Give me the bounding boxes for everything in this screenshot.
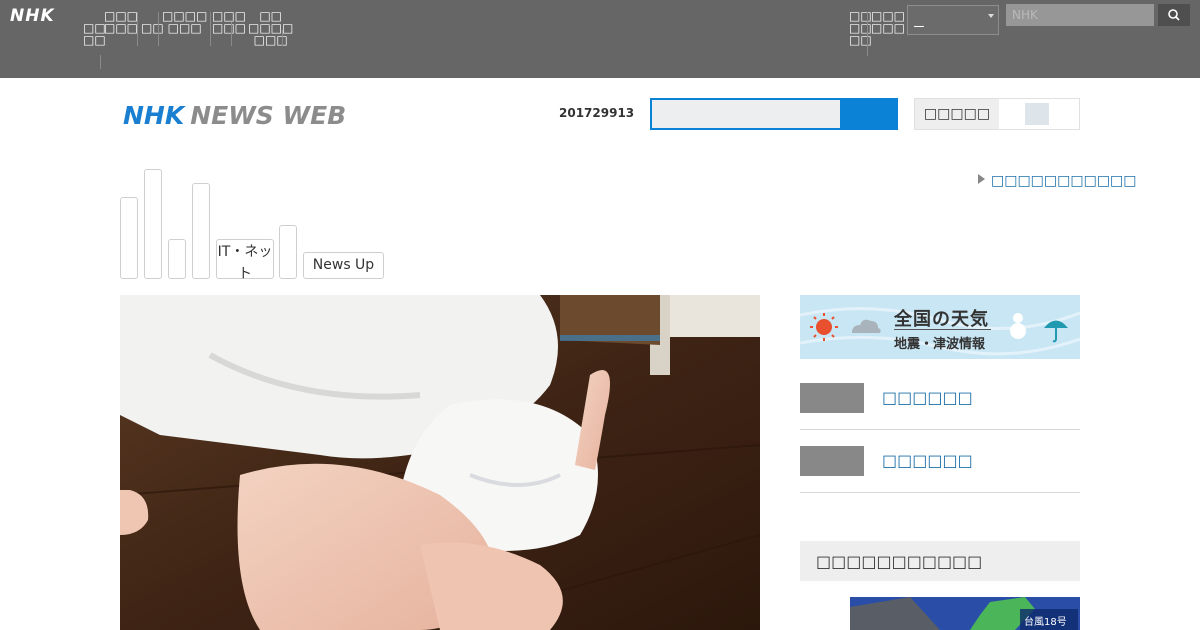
sidebar-link-label: □□□□□□ — [882, 388, 973, 407]
date-code: 201729913 — [559, 106, 635, 120]
baby-photo — [120, 295, 760, 630]
sidebar-link-row[interactable]: □□□□□□ — [800, 431, 1080, 493]
typhoon-map: 台風18号 — [850, 597, 1080, 630]
sidebar-thumbnail — [800, 383, 864, 413]
sidebar-link-row[interactable]: □□□□□□ — [800, 368, 1080, 430]
category-tab-news-up[interactable]: News Up — [303, 252, 384, 279]
news-search-button[interactable] — [842, 98, 898, 130]
sidebar-section-title: □□□□□□□□□□□ — [816, 552, 983, 571]
news-web-logo[interactable]: NHK NEWS WEB — [123, 100, 346, 132]
weather-divider — [894, 329, 991, 330]
switch-knob[interactable] — [1025, 103, 1049, 125]
category-tab-it[interactable]: IT・ネット — [216, 239, 274, 282]
nav-divider — [282, 30, 283, 46]
sun-icon — [810, 313, 838, 341]
weather-subtitle: 地震・津波情報 — [894, 337, 986, 352]
special-link-label: □□□□□□□□□□□ — [991, 173, 1137, 189]
global-search-input[interactable] — [1006, 4, 1154, 26]
article-hero-image[interactable] — [120, 295, 760, 630]
global-nav-item[interactable]: □□ — [141, 22, 164, 34]
special-link[interactable]: □□□□□□□□□□□ — [978, 173, 1137, 189]
global-nav-item[interactable]: □□□□□□ — [212, 10, 246, 34]
brand-nhk: NHK — [123, 101, 185, 130]
brand-news-web: NEWS WEB — [190, 101, 347, 130]
global-nav-item[interactable]: □□□□ □□□ — [162, 10, 207, 34]
global-search-button[interactable] — [1158, 4, 1190, 26]
nav-divider — [137, 12, 138, 46]
nav-divider — [158, 12, 159, 46]
category-tab[interactable] — [144, 169, 162, 279]
sidebar-thumbnail — [800, 446, 864, 476]
weather-title: 全国の天気 — [894, 309, 989, 330]
category-tab[interactable] — [192, 183, 210, 279]
category-tab[interactable] — [279, 225, 297, 279]
typhoon-map-label: 台風18号 — [1024, 615, 1067, 628]
global-nav-item[interactable]: □□□□□□ — [104, 10, 138, 34]
typhoon-map-thumbnail[interactable]: 台風18号 — [850, 597, 1080, 630]
nav-divider — [231, 22, 232, 46]
region-select[interactable]: ー — [907, 5, 999, 35]
global-nav-item[interactable]: □□ □□□□ □□□ — [248, 10, 293, 46]
switch-label: □□□□□ — [915, 99, 999, 129]
category-tab[interactable] — [120, 197, 138, 279]
chevron-down-icon — [988, 14, 994, 18]
global-nav-item[interactable]: □□ □□ — [83, 22, 106, 46]
display-switch[interactable]: □□□□□ — [914, 98, 1080, 130]
nhk-logo[interactable]: NHK — [10, 6, 55, 26]
triangle-right-icon — [978, 174, 985, 184]
nav-divider — [210, 12, 211, 46]
region-select-value: ー — [913, 20, 926, 34]
nav-divider — [867, 12, 868, 56]
category-tab[interactable] — [168, 239, 186, 279]
global-nav-item[interactable]: □□□□□□ — [871, 10, 905, 34]
nav-divider — [100, 55, 101, 69]
sidebar-link-label: □□□□□□ — [882, 451, 973, 470]
sidebar-section-header: □□□□□□□□□□□ — [800, 541, 1080, 581]
global-nav-item[interactable]: □□□□□□ — [849, 10, 872, 46]
search-icon — [1168, 9, 1180, 21]
news-search-input[interactable] — [650, 98, 842, 130]
